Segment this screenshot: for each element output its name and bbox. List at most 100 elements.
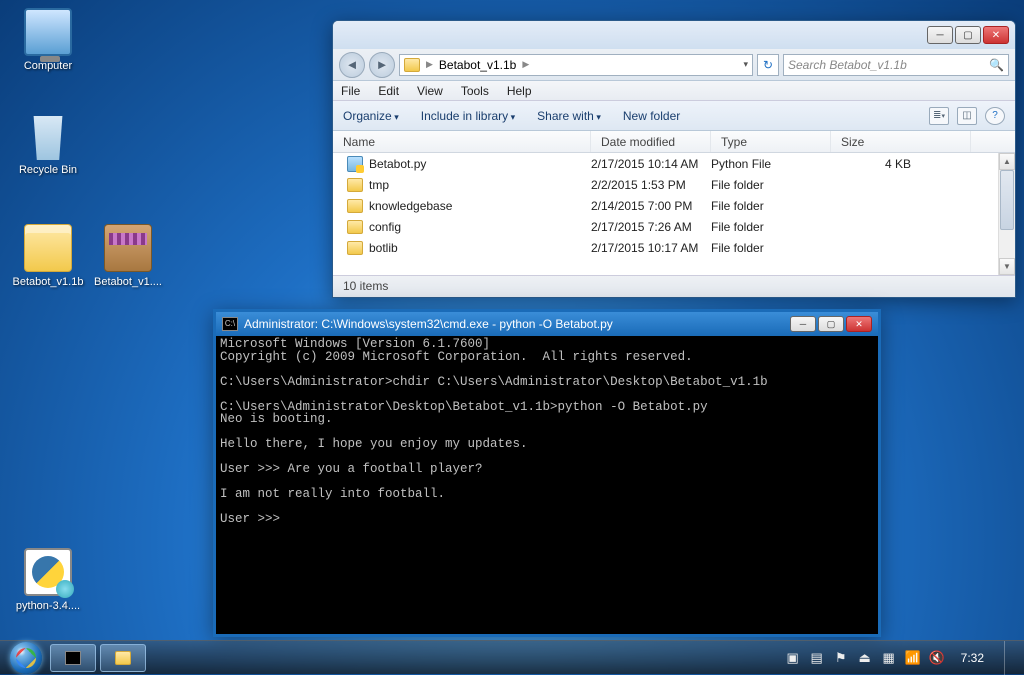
clock[interactable]: 7:32: [953, 651, 992, 665]
cmd-titlebar[interactable]: C:\ Administrator: C:\Windows\system32\c…: [216, 312, 878, 336]
include-library-button[interactable]: Include in library: [421, 109, 515, 123]
recycle-bin-icon: [24, 112, 72, 160]
table-row[interactable]: knowledgebase 2/14/2015 7:00 PMFile folde…: [333, 195, 1015, 216]
folder-icon: [347, 241, 363, 255]
desktop-icon-label: Betabot_v1....: [88, 276, 168, 289]
new-folder-button[interactable]: New folder: [623, 109, 680, 123]
cmd-icon: [65, 651, 81, 665]
view-options-button[interactable]: ≣▾: [929, 107, 949, 125]
tray-icon[interactable]: ▣: [785, 650, 801, 666]
search-input[interactable]: Search Betabot_v1.1b 🔍: [783, 54, 1009, 76]
winrar-icon: [104, 224, 152, 272]
forward-button[interactable]: ►: [369, 52, 395, 78]
desktop-icon-betabot-folder[interactable]: Betabot_v1.1b: [8, 224, 88, 289]
menu-edit[interactable]: Edit: [378, 84, 399, 98]
breadcrumb[interactable]: ▶ Betabot_v1.1b ▶ ▾: [399, 54, 753, 76]
taskbar: ▣ ▤ ⚑ ⏏ ▦ 📶 🔇 7:32: [0, 640, 1024, 674]
folder-icon: [24, 224, 72, 272]
search-icon: 🔍: [989, 58, 1004, 72]
folder-icon: [347, 199, 363, 213]
minimize-button[interactable]: ─: [790, 316, 816, 332]
col-type[interactable]: Type: [711, 131, 831, 152]
breadcrumb-item[interactable]: Betabot_v1.1b: [439, 58, 516, 72]
address-bar: ◄ ► ▶ Betabot_v1.1b ▶ ▾ ↻ Search Betabot…: [333, 49, 1015, 81]
explorer-window: ─ ▢ ✕ ◄ ► ▶ Betabot_v1.1b ▶ ▾ ↻ Search B…: [332, 20, 1016, 298]
table-row[interactable]: botlib 2/17/2015 10:17 AMFile folder: [333, 237, 1015, 258]
scrollbar[interactable]: ▲ ▼: [998, 153, 1015, 275]
minimize-button[interactable]: ─: [927, 26, 953, 44]
scroll-down-button[interactable]: ▼: [999, 258, 1015, 275]
help-button[interactable]: ?: [985, 107, 1005, 125]
file-name: config: [369, 220, 401, 234]
tray-icon[interactable]: ▤: [809, 650, 825, 666]
maximize-button[interactable]: ▢: [955, 26, 981, 44]
close-button[interactable]: ✕: [846, 316, 872, 332]
col-size[interactable]: Size: [831, 131, 971, 152]
table-row[interactable]: tmp2/2/2015 1:53 PMFile folder: [333, 174, 1015, 195]
desktop-icon-label: Recycle Bin: [8, 164, 88, 177]
folder-icon: [347, 178, 363, 192]
file-type: File folder: [711, 178, 831, 192]
command-bar: Organize Include in library Share with N…: [333, 101, 1015, 131]
column-headers: Name Date modified Type Size: [333, 131, 1015, 153]
desktop-icon-python[interactable]: python-3.4....: [8, 548, 88, 613]
folder-icon: [347, 220, 363, 234]
menu-tools[interactable]: Tools: [461, 84, 489, 98]
table-row[interactable]: Betabot.py2/17/2015 10:14 AMPython File4…: [333, 153, 1015, 174]
python-installer-icon: [24, 548, 72, 596]
action-center-icon[interactable]: ⚑: [833, 650, 849, 666]
share-button[interactable]: Share with: [537, 109, 601, 123]
cmd-title: Administrator: C:\Windows\system32\cmd.e…: [244, 317, 613, 331]
table-row[interactable]: config2/17/2015 7:26 AMFile folder: [333, 216, 1015, 237]
col-date[interactable]: Date modified: [591, 131, 711, 152]
file-list: Betabot.py2/17/2015 10:14 AMPython File4…: [333, 153, 1015, 275]
file-size: 4 KB: [831, 157, 931, 171]
scroll-up-button[interactable]: ▲: [999, 153, 1015, 170]
close-button[interactable]: ✕: [983, 26, 1009, 44]
system-tray: ▣ ▤ ⚑ ⏏ ▦ 📶 🔇 7:32: [785, 641, 1018, 675]
console-output[interactable]: Microsoft Windows [Version 6.1.7600] Cop…: [216, 336, 878, 634]
menu-view[interactable]: View: [417, 84, 443, 98]
desktop-icon-label: Betabot_v1.1b: [8, 276, 88, 289]
cmd-icon: C:\: [222, 317, 238, 331]
start-button[interactable]: [6, 641, 46, 675]
col-name[interactable]: Name: [333, 131, 591, 152]
desktop-icon-recyclebin[interactable]: Recycle Bin: [8, 112, 88, 177]
tray-icon[interactable]: ▦: [881, 650, 897, 666]
file-date: 2/17/2015 7:26 AM: [591, 220, 711, 234]
maximize-button[interactable]: ▢: [818, 316, 844, 332]
chevron-right-icon: ▶: [522, 59, 529, 70]
refresh-button[interactable]: ↻: [757, 54, 779, 76]
file-name: tmp: [369, 178, 389, 192]
folder-icon: [404, 58, 420, 72]
network-icon[interactable]: 📶: [905, 650, 921, 666]
status-bar: 10 items: [333, 275, 1015, 297]
preview-pane-button[interactable]: ◫: [957, 107, 977, 125]
windows-orb-icon: [10, 642, 42, 674]
file-name: Betabot.py: [369, 157, 426, 171]
taskbar-item-explorer[interactable]: [100, 644, 146, 672]
desktop-icon-computer[interactable]: Computer: [8, 8, 88, 73]
tray-icon[interactable]: ⏏: [857, 650, 873, 666]
file-date: 2/14/2015 7:00 PM: [591, 199, 711, 213]
volume-icon[interactable]: 🔇: [929, 650, 945, 666]
file-type: Python File: [711, 157, 831, 171]
desktop-icon-label: python-3.4....: [8, 600, 88, 613]
taskbar-item-cmd[interactable]: [50, 644, 96, 672]
explorer-titlebar[interactable]: ─ ▢ ✕: [333, 21, 1015, 49]
menu-help[interactable]: Help: [507, 84, 532, 98]
file-type: File folder: [711, 241, 831, 255]
folder-icon: [115, 651, 131, 665]
chevron-right-icon: ▶: [426, 59, 433, 70]
scroll-thumb[interactable]: [1000, 170, 1014, 230]
file-name: knowledgebase: [369, 199, 452, 213]
file-type: File folder: [711, 199, 831, 213]
file-name: botlib: [369, 241, 398, 255]
organize-button[interactable]: Organize: [343, 109, 399, 123]
back-button[interactable]: ◄: [339, 52, 365, 78]
menu-file[interactable]: File: [341, 84, 360, 98]
show-desktop-button[interactable]: [1004, 641, 1014, 675]
file-date: 2/17/2015 10:17 AM: [591, 241, 711, 255]
desktop-icon-betabot-rar[interactable]: Betabot_v1....: [88, 224, 168, 289]
dropdown-arrow-icon[interactable]: ▾: [743, 59, 748, 70]
